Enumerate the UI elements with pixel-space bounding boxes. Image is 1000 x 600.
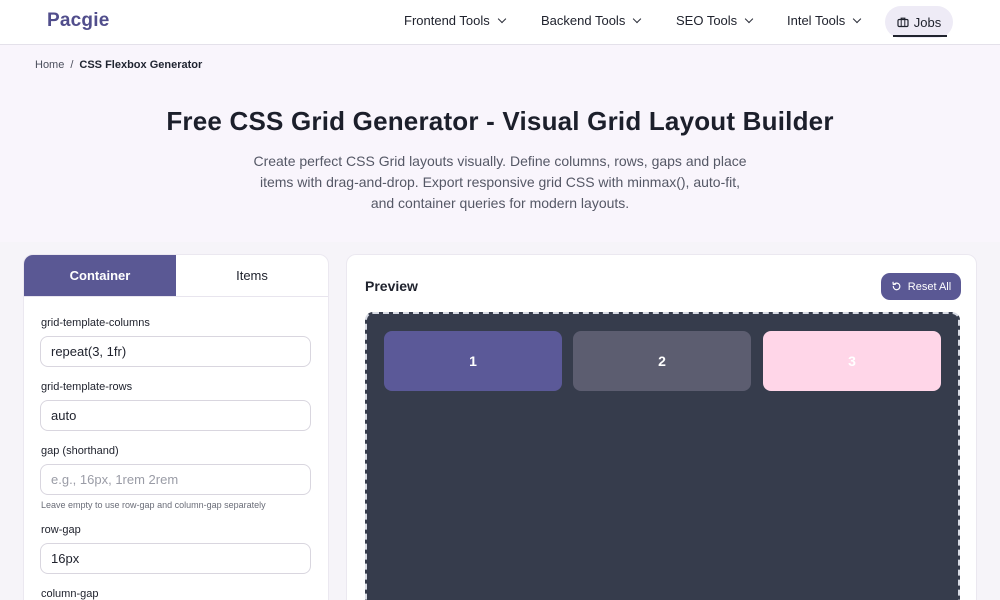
grid-template-rows-input[interactable] — [40, 400, 311, 431]
row-gap-label: row-gap — [41, 524, 81, 536]
chevron-down-icon — [853, 14, 862, 24]
grid-item-2[interactable]: 2 — [573, 331, 751, 391]
breadcrumb-current: CSS Flexbox Generator — [79, 59, 203, 71]
grid-template-columns-input[interactable] — [40, 336, 311, 367]
chevron-down-icon — [744, 14, 754, 24]
gap-hint: Leave empty to use row-gap and column-ga… — [41, 500, 266, 510]
breadcrumb: Home / CSS Flexbox Generator — [35, 59, 202, 71]
nav-backend-tools[interactable]: Backend Tools — [541, 13, 642, 28]
nav-label: Backend Tools — [541, 13, 626, 28]
rows-label: grid-template-rows — [41, 381, 133, 393]
nav-jobs-button[interactable]: Jobs — [885, 6, 953, 38]
gap-input[interactable] — [40, 464, 311, 495]
briefcase-icon — [897, 17, 909, 28]
gap-label: gap (shorthand) — [41, 445, 119, 457]
grid-preview-canvas: 1 2 3 — [365, 312, 960, 600]
column-gap-label: column-gap — [41, 588, 99, 600]
jobs-label: Jobs — [913, 14, 942, 30]
panel-tabs: Container Items — [24, 255, 328, 297]
preview-panel: Preview Reset All 1 2 3 — [346, 254, 977, 600]
reset-all-button[interactable]: Reset All — [881, 273, 961, 300]
tab-container[interactable]: Container — [24, 255, 176, 296]
settings-panel: Container Items grid-template-columns gr… — [23, 254, 329, 600]
chevron-down-icon — [497, 14, 507, 24]
reset-all-label: Reset All — [907, 280, 952, 293]
nav-seo-tools[interactable]: SEO Tools — [676, 13, 754, 28]
breadcrumb-home[interactable]: Home — [35, 59, 64, 71]
page-description: Create perfect CSS Grid layouts visually… — [253, 153, 747, 211]
nav-label: SEO Tools — [676, 13, 738, 28]
nav-label: Intel Tools — [787, 13, 846, 28]
active-nav-underline — [893, 35, 947, 37]
page-title: Free CSS Grid Generator - Visual Grid La… — [166, 106, 834, 136]
breadcrumb-separator: / — [70, 59, 74, 71]
logo[interactable]: Pacgie — [47, 10, 109, 32]
tab-items[interactable]: Items — [176, 255, 328, 296]
grid-item-3[interactable]: 3 — [763, 331, 941, 391]
row-gap-input[interactable] — [40, 543, 311, 574]
nav-intel-tools[interactable]: Intel Tools — [787, 13, 862, 28]
chevron-down-icon — [633, 14, 642, 24]
top-header: Pacgie Frontend Tools Backend Tools SEO … — [0, 0, 1000, 45]
reset-icon — [892, 281, 901, 291]
preview-title: Preview — [365, 278, 418, 294]
grid-item-1[interactable]: 1 — [384, 331, 562, 391]
nav-frontend-tools[interactable]: Frontend Tools — [404, 13, 507, 28]
columns-label: grid-template-columns — [41, 317, 150, 329]
nav-label: Frontend Tools — [404, 13, 490, 28]
